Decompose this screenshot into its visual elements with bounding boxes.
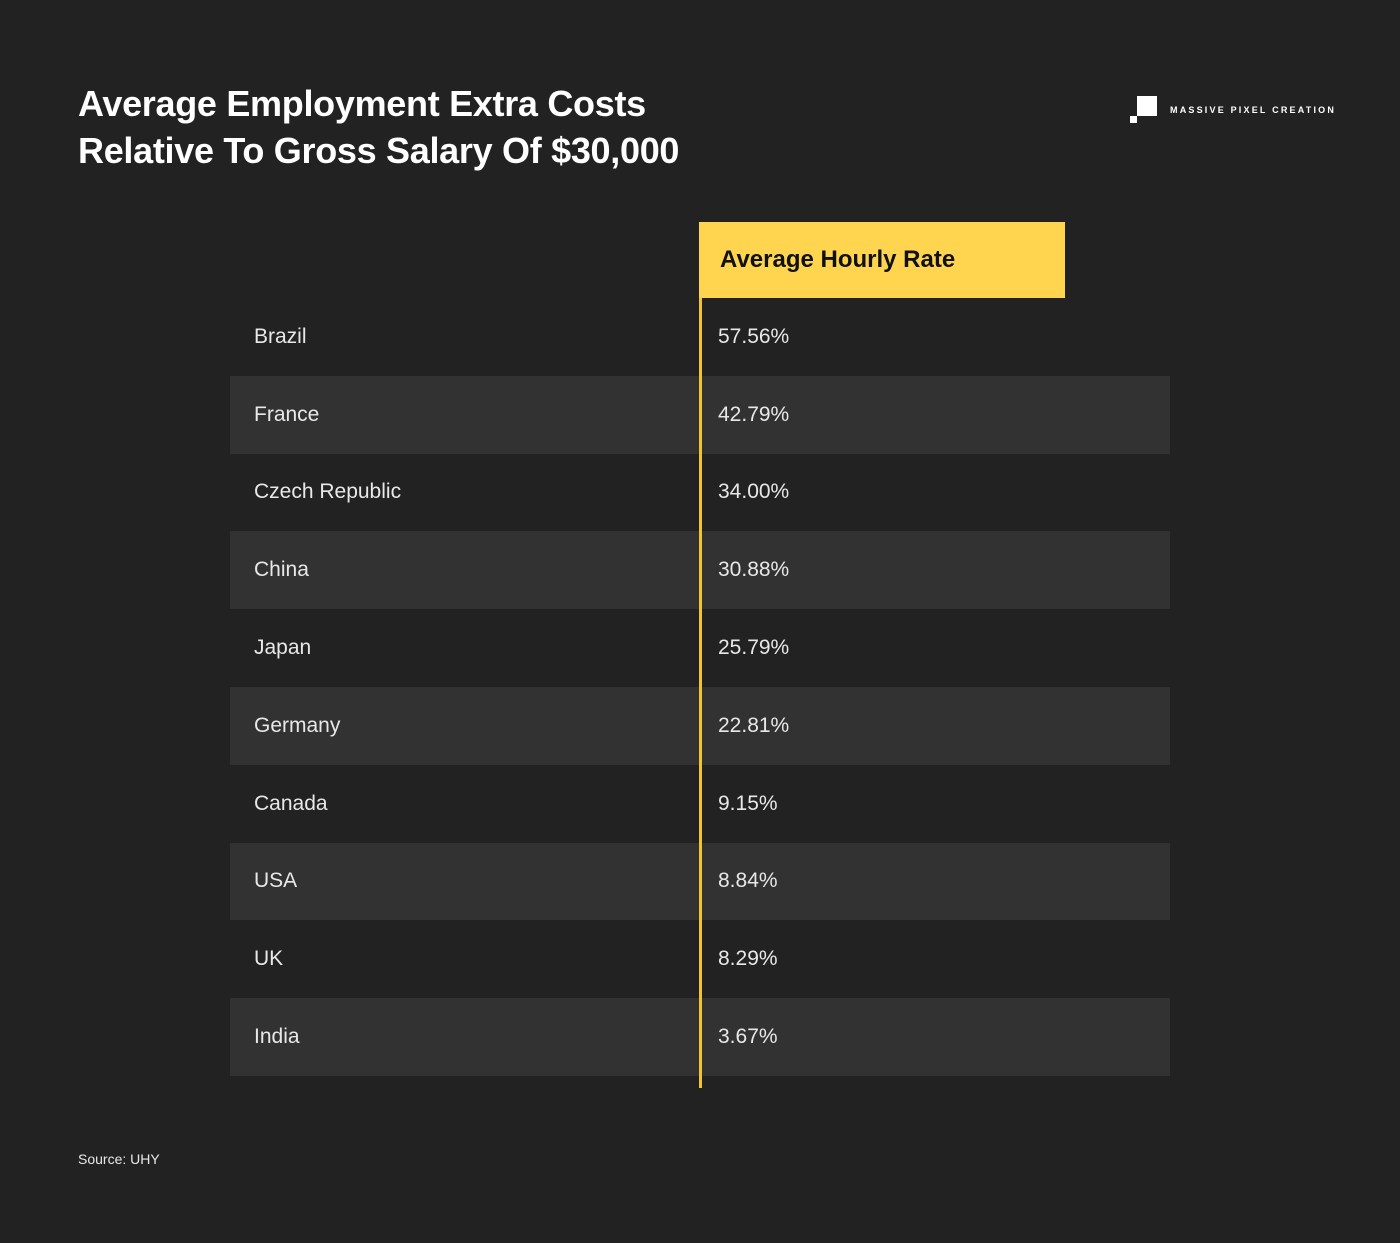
country-label: Germany (254, 713, 341, 737)
brand-logo-icon (1130, 96, 1160, 124)
title-line-1: Average Employment Extra Costs (78, 83, 646, 124)
value-label: 34.00% (718, 480, 790, 504)
value-label: 8.29% (718, 947, 778, 971)
brand-name: MASSIVE PIXEL CREATION (1170, 105, 1337, 115)
column-divider (699, 298, 702, 1088)
title-line-2: Relative To Gross Salary Of $30,000 (78, 130, 680, 171)
country-label: Czech Republic (254, 480, 402, 504)
country-label: India (254, 1025, 300, 1049)
country-label: USA (254, 869, 298, 893)
brand: MASSIVE PIXEL CREATION (1130, 96, 1336, 124)
chart-title: Average Employment Extra Costs Relative … (78, 80, 679, 174)
value-label: 3.67% (718, 1025, 778, 1049)
country-label: China (254, 558, 309, 582)
country-label: Brazil (254, 324, 307, 348)
source-note: Source: UHY (78, 1151, 160, 1167)
country-label: France (254, 402, 320, 426)
value-label: 22.81% (718, 713, 790, 737)
column-header: Average Hourly Rate (699, 222, 1065, 298)
value-label: 30.88% (718, 558, 790, 582)
value-label: 25.79% (718, 636, 790, 660)
value-label: 57.56% (718, 324, 790, 348)
country-label: UK (254, 947, 284, 971)
value-label: 8.84% (718, 869, 778, 893)
country-label: Canada (254, 791, 328, 815)
country-label: Japan (254, 636, 312, 660)
value-label: 42.79% (718, 402, 790, 426)
value-label: 9.15% (718, 791, 778, 815)
